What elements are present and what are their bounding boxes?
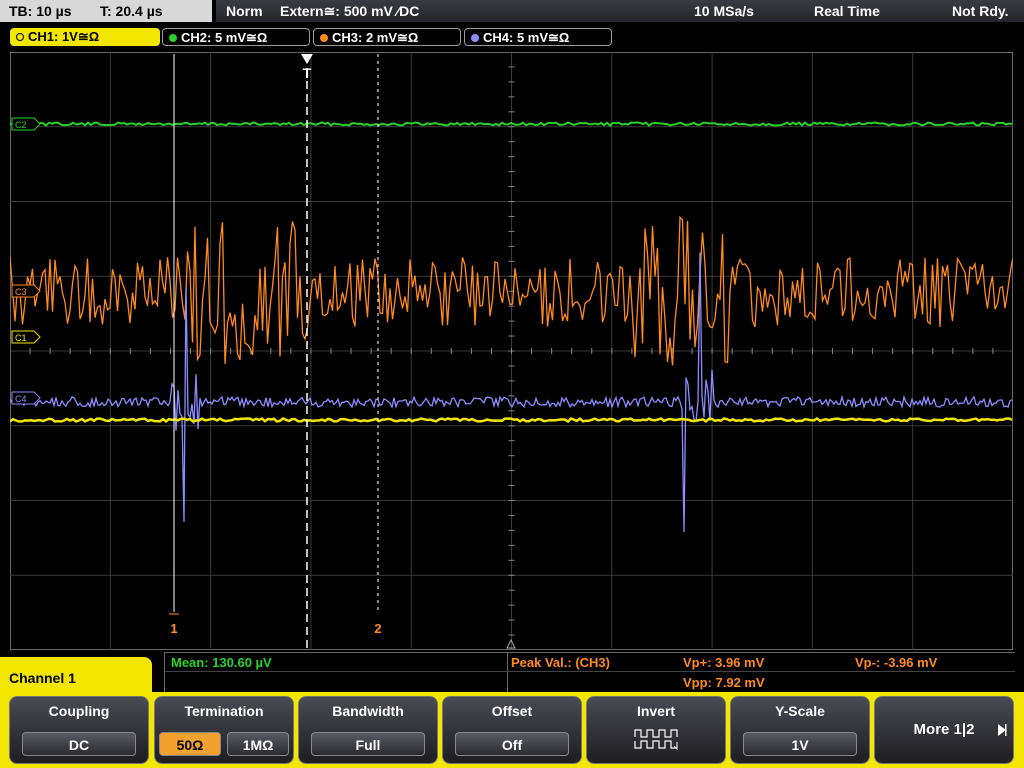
ch2-offset-marker[interactable]: C2 [11, 117, 41, 131]
invert-waveform-icon [634, 729, 678, 751]
offset-label: Offset [491, 703, 533, 719]
tab-ch1[interactable]: CH1: 1V≅Ω [10, 28, 160, 46]
tab-ch3[interactable]: CH3: 2 mV≅Ω [313, 28, 461, 46]
channel-tabs: CH1: 1V≅Ω CH2: 5 mV≅Ω CH3: 2 mV≅Ω CH4: 5… [0, 24, 1024, 50]
timebase-value: TB: 10 µs [9, 3, 72, 19]
tab-ch2-label: CH2: 5 mV≅Ω [181, 30, 268, 45]
peak-measurement-label: Peak Val.: (CH3) [511, 655, 610, 670]
ch1-marker-label: C1 [15, 333, 27, 343]
cursor-2-label: 2 [374, 621, 381, 636]
ch1-offset-marker[interactable]: C1 [11, 330, 41, 344]
termination-softkey[interactable]: Termination 50Ω 1MΩ [154, 696, 294, 764]
ch1-indicator-icon [16, 32, 24, 41]
cursor-1-label: 1 [170, 621, 177, 636]
trigger-time-value: T: 20.4 µs [100, 3, 163, 19]
ch2-marker-label: C2 [15, 120, 27, 130]
ch3-marker-label: C3 [15, 287, 27, 297]
yscale-value[interactable]: 1V [743, 732, 857, 756]
more-softkey[interactable]: More 1|2 [874, 696, 1014, 764]
coupling-softkey[interactable]: Coupling DC [9, 696, 149, 764]
sample-rate: 10 MSa/s [694, 3, 754, 19]
more-label: More 1|2 [913, 721, 975, 738]
yscale-label: Y-Scale [775, 703, 825, 719]
vpp-value: Vpp: 7.92 mV [683, 675, 765, 690]
bandwidth-softkey[interactable]: Bandwidth Full [298, 696, 438, 764]
vp-minus-value: Vp-: -3.96 mV [855, 655, 938, 670]
coupling-label: Coupling [48, 703, 110, 719]
termination-1mohm-option[interactable]: 1MΩ [227, 732, 289, 756]
ch3-indicator-icon [320, 33, 328, 42]
menu-title-tab: Channel 1 [0, 657, 152, 697]
waveform-svg[interactable]: T 1 2 C2 C3 C1 C4 [9, 51, 1014, 651]
ch2-indicator-icon [169, 33, 177, 42]
menu-title: Channel 1 [9, 670, 76, 686]
tab-ch4-label: CH4: 5 mV≅Ω [483, 30, 570, 45]
trigger-mode: Norm [226, 3, 263, 19]
tab-ch2[interactable]: CH2: 5 mV≅Ω [162, 28, 310, 46]
ready-status: Not Rdy. [952, 3, 1009, 19]
acquisition-status-strip[interactable]: Norm Extern≅: 500 mV ⁄DC 10 MSa/s Real T… [216, 0, 1024, 22]
ch4-indicator-icon [471, 33, 479, 42]
ch4-offset-marker[interactable]: C4 [11, 391, 41, 405]
termination-label: Termination [184, 703, 264, 719]
waveform-display[interactable]: T 1 2 C2 C3 C1 C4 [9, 51, 1014, 651]
trigger-marker-label: T [303, 65, 312, 81]
softkey-bar: Coupling DC Termination 50Ω 1MΩ Bandwidt… [0, 692, 1024, 768]
bandwidth-label: Bandwidth [332, 703, 404, 719]
acquisition-mode: Real Time [814, 3, 880, 19]
coupling-value[interactable]: DC [22, 732, 136, 756]
status-bar: TB: 10 µs T: 20.4 µs Norm Extern≅: 500 m… [0, 0, 1024, 24]
measurement-panel[interactable]: Mean: 130.60 µV Peak Val.: (CH3) Vp+: 3.… [164, 652, 1015, 693]
trigger-source: Extern≅: 500 mV ⁄DC [280, 3, 420, 19]
mean-measurement: Mean: 130.60 µV [171, 655, 272, 670]
termination-50ohm-option[interactable]: 50Ω [159, 732, 221, 756]
yscale-softkey[interactable]: Y-Scale 1V [730, 696, 870, 764]
tab-ch3-label: CH3: 2 mV≅Ω [332, 30, 419, 45]
offset-softkey[interactable]: Offset Off [442, 696, 582, 764]
ch4-marker-label: C4 [15, 394, 27, 404]
invert-softkey[interactable]: Invert [586, 696, 726, 764]
arrow-right-icon [998, 724, 1007, 736]
invert-label: Invert [636, 703, 676, 719]
offset-value[interactable]: Off [455, 732, 569, 756]
tab-ch1-label: CH1: 1V≅Ω [28, 29, 100, 44]
ch3-offset-marker[interactable]: C3 [11, 284, 41, 298]
vp-plus-value: Vp+: 3.96 mV [683, 655, 765, 670]
bandwidth-value[interactable]: Full [311, 732, 425, 756]
tab-ch4[interactable]: CH4: 5 mV≅Ω [464, 28, 612, 46]
timebase-panel[interactable]: TB: 10 µs T: 20.4 µs [0, 0, 212, 22]
